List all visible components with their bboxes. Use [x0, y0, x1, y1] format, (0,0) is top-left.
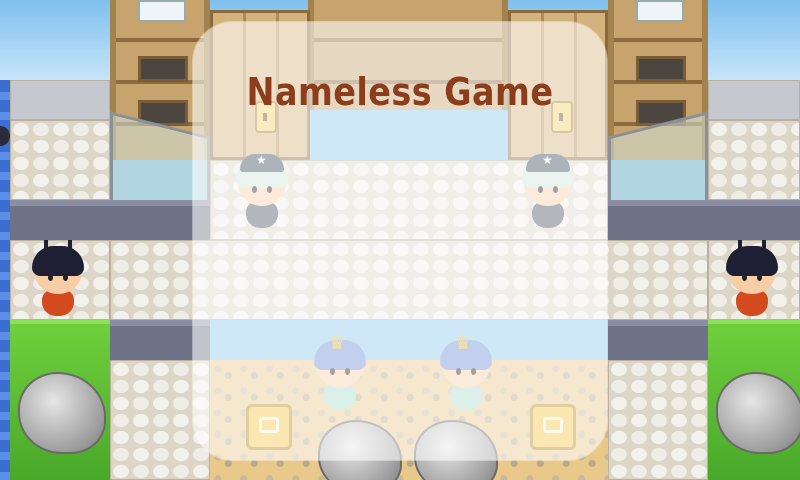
character-antenna [738, 240, 742, 250]
boulder-icon [716, 372, 800, 454]
character-hair [726, 246, 778, 276]
character-eye [63, 274, 68, 281]
character-antenna [762, 240, 766, 250]
wall-side [10, 200, 110, 240]
tower-cap [138, 0, 186, 22]
stone-wall-top-right [708, 80, 800, 120]
wall-side [708, 200, 800, 240]
dark-character-icon [722, 240, 782, 324]
character-antenna [44, 240, 48, 250]
tower-window [138, 56, 188, 82]
character-eye [48, 274, 53, 281]
character-eye [742, 274, 747, 281]
stone-floor-bottom-right [608, 360, 708, 480]
wall-side [608, 200, 708, 240]
character-hair [32, 246, 84, 276]
title-panel: Nameless Game [193, 22, 607, 460]
stone-floor [708, 120, 800, 200]
tower-window [636, 56, 686, 82]
dark-character-icon [28, 240, 88, 324]
stone-wall-top-left [10, 80, 110, 120]
character-eye [757, 274, 762, 281]
stone-floor [10, 120, 110, 200]
tower-cap [636, 0, 684, 22]
wall-side [608, 320, 708, 360]
game-title: Nameless Game [246, 70, 554, 114]
character-antenna [68, 240, 72, 250]
